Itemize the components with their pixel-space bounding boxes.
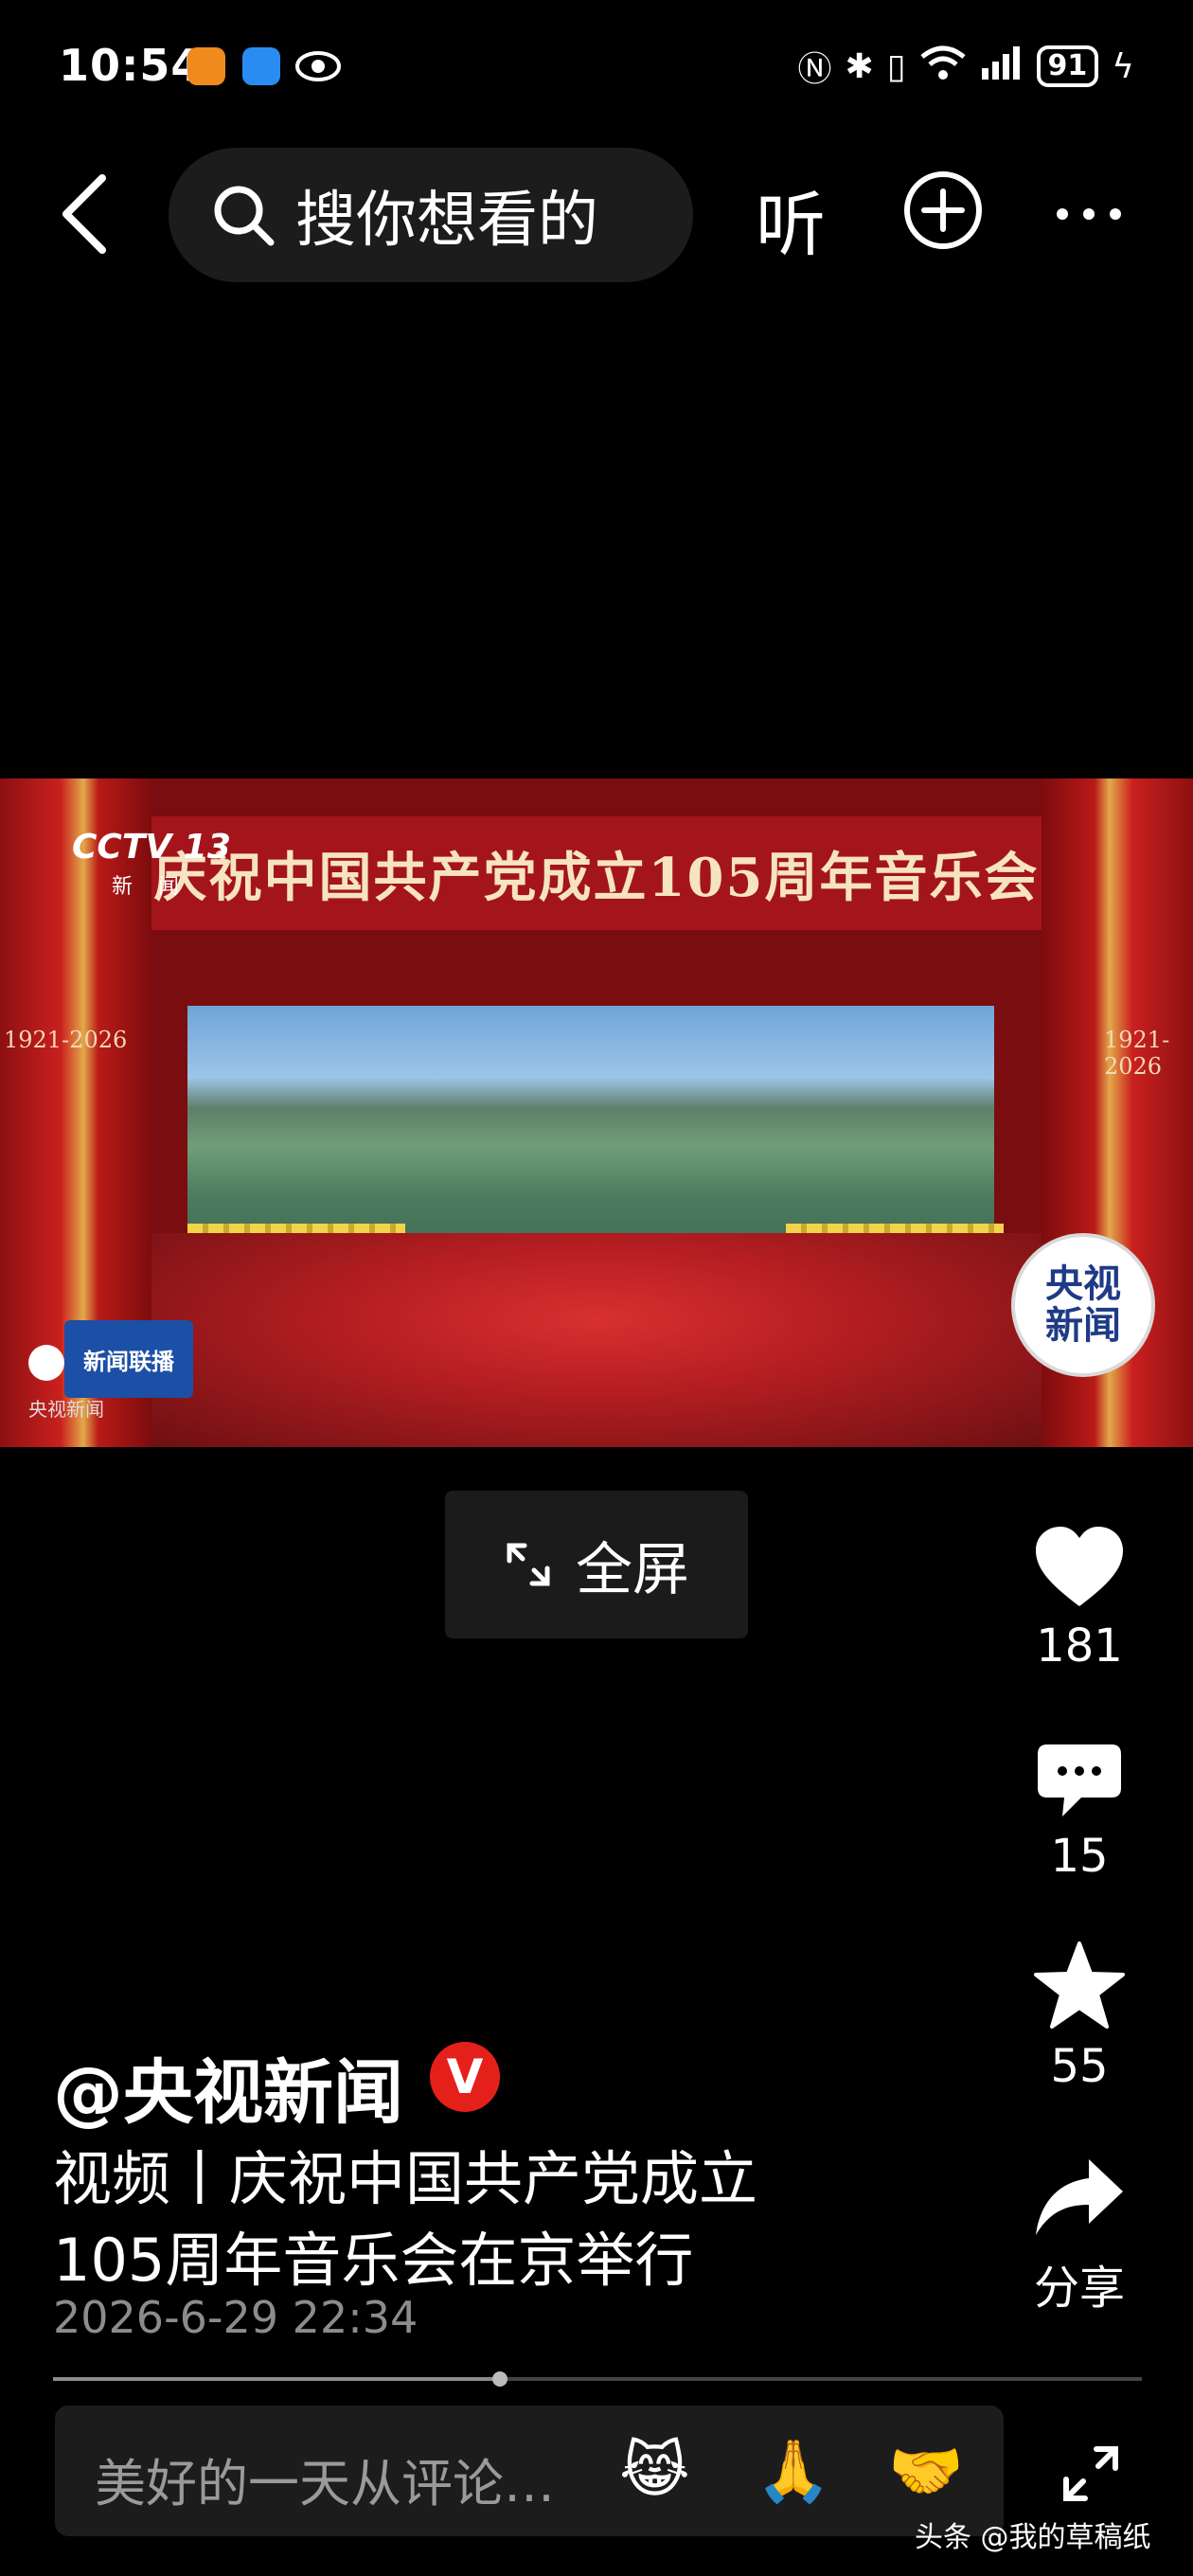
cctv-news-badge-text: 央视新闻 bbox=[1045, 1262, 1121, 1348]
favorite-count: 55 bbox=[1050, 2040, 1109, 2093]
like-button[interactable]: 181 bbox=[1023, 1525, 1136, 1673]
search-placeholder: 搜你想看的 bbox=[295, 186, 598, 256]
fullscreen-button[interactable]: 全屏 bbox=[445, 1491, 748, 1638]
search-icon bbox=[214, 186, 275, 246]
publish-button[interactable] bbox=[903, 170, 983, 250]
more-button[interactable] bbox=[1051, 184, 1127, 241]
verified-badge: V bbox=[430, 2042, 500, 2112]
video-source-text: 央视新闻 bbox=[28, 1398, 104, 1421]
progress-bar[interactable] bbox=[53, 2371, 1142, 2387]
program-logo: 新闻联播 bbox=[64, 1320, 193, 1398]
like-count: 181 bbox=[1036, 1619, 1123, 1673]
share-button[interactable]: 分享 bbox=[1023, 2156, 1136, 2317]
expand-icon bbox=[1063, 2446, 1118, 2501]
comment-input[interactable]: 美好的一天从评论… 😹 🙏 🤝 bbox=[55, 2406, 1004, 2536]
expand-button[interactable] bbox=[1060, 2443, 1121, 2504]
app-notification-icon bbox=[187, 47, 225, 85]
emoji-handshake[interactable]: 🤝 bbox=[888, 2436, 964, 2507]
charging-icon: ϟ bbox=[1112, 46, 1134, 86]
search-input[interactable]: 搜你想看的 bbox=[169, 148, 693, 282]
eye-icon bbox=[295, 49, 341, 83]
listen-button[interactable]: 听 bbox=[756, 169, 826, 270]
fullscreen-label: 全屏 bbox=[576, 1536, 689, 1603]
comment-icon bbox=[1038, 1744, 1121, 1816]
comment-button[interactable]: 15 bbox=[1023, 1741, 1136, 1883]
orchestra-stage bbox=[151, 1233, 1042, 1447]
progress-fill bbox=[53, 2377, 500, 2381]
vibrate-icon: ▯ bbox=[886, 46, 906, 86]
plus-circle-icon bbox=[904, 171, 982, 249]
battery-indicator: 91 bbox=[1036, 45, 1099, 87]
watermark: 头条 @我的草稿纸 bbox=[915, 2521, 1151, 2554]
comment-count: 15 bbox=[1050, 1830, 1109, 1883]
bluetooth-icon: ✱ bbox=[845, 46, 874, 86]
status-time: 10:54 bbox=[59, 40, 203, 91]
share-arrow-icon bbox=[1036, 2159, 1123, 2235]
years-left: 1921-2026 bbox=[4, 1027, 128, 1053]
comment-placeholder: 美好的一天从评论… bbox=[95, 2454, 555, 2513]
chevron-left-icon bbox=[62, 174, 106, 254]
signal-icon bbox=[980, 45, 1024, 88]
status-icons: Ⓝ ✱ ▯ 91 ϟ bbox=[797, 44, 1134, 90]
nfc-icon: Ⓝ bbox=[797, 50, 832, 89]
emoji-laugh[interactable]: 😹 bbox=[619, 2436, 690, 2506]
cctv-subtitle: 新 闻 bbox=[112, 875, 188, 899]
emoji-pray[interactable]: 🙏 bbox=[756, 2436, 831, 2507]
cctv-logo: CCTV 13 bbox=[72, 828, 231, 867]
author-name[interactable]: @央视新闻 bbox=[53, 2036, 403, 2138]
wifi-icon bbox=[919, 44, 967, 90]
heart-icon bbox=[1036, 1527, 1123, 1606]
expand-arrows-icon bbox=[507, 1543, 550, 1586]
share-label: 分享 bbox=[1033, 2262, 1125, 2315]
cctv-news-badge: 央视新闻 bbox=[1011, 1233, 1155, 1377]
browser-notification-icon bbox=[242, 47, 280, 85]
video-banner: 庆祝中国共产党成立105周年音乐会 bbox=[151, 816, 1042, 930]
video-title-line2[interactable]: 105周年音乐会在京举行 bbox=[53, 2212, 693, 2298]
video-title-line1[interactable]: 视频丨庆祝中国共产党成立 bbox=[53, 2131, 757, 2216]
years-right: 1921-2026 bbox=[1104, 1027, 1170, 1080]
more-icon bbox=[1057, 208, 1121, 220]
progress-thumb[interactable] bbox=[491, 2371, 507, 2387]
post-date: 2026-6-29 22:34 bbox=[53, 2292, 418, 2343]
play-source-icon bbox=[28, 1345, 64, 1381]
favorite-button[interactable]: 55 bbox=[1023, 1940, 1136, 2093]
star-icon bbox=[1034, 1941, 1125, 2029]
back-button[interactable] bbox=[55, 170, 117, 258]
video-player[interactable]: 庆祝中国共产党成立105周年音乐会 CCTV 13 新 闻 1921-2026 … bbox=[0, 778, 1193, 1447]
